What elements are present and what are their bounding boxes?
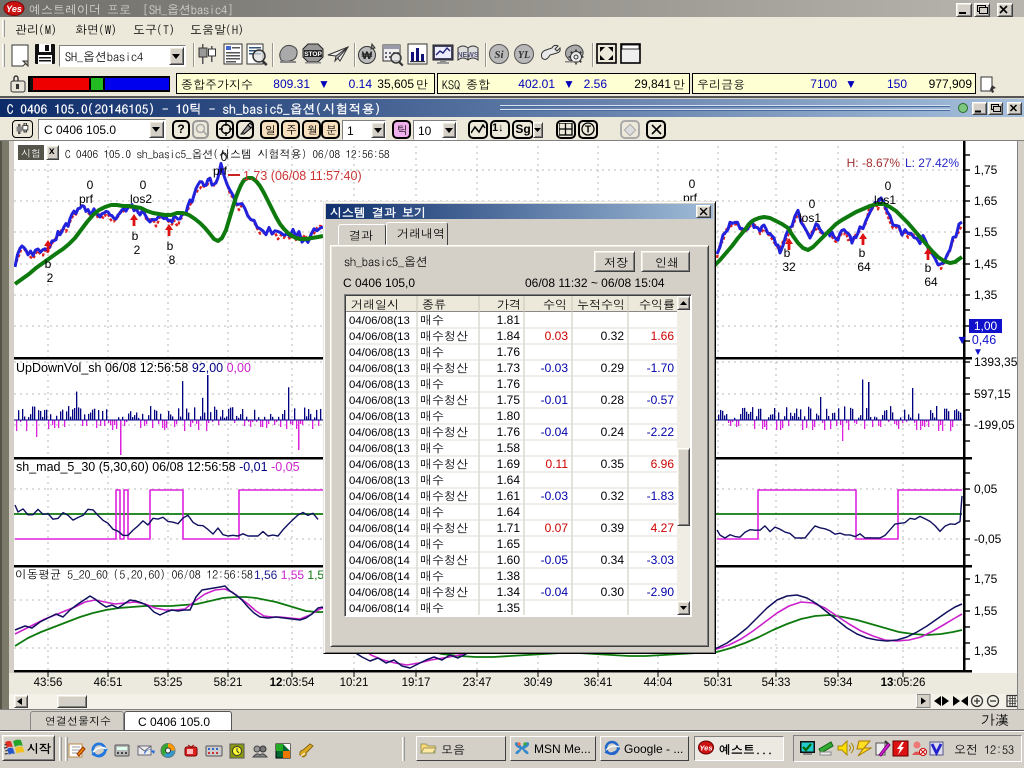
svg-text:1.34: 1.34 xyxy=(497,585,521,599)
svg-text:1.71: 1.71 xyxy=(497,521,521,535)
svg-text:1.64: 1.64 xyxy=(497,505,521,519)
svg-text:1.76: 1.76 xyxy=(497,425,521,439)
svg-text:1.69: 1.69 xyxy=(497,457,521,471)
svg-text:32: 32 xyxy=(782,260,796,274)
svg-text:04/06/08(13: 04/06/08(13 xyxy=(349,363,410,375)
svg-text:0: 0 xyxy=(689,177,696,191)
svg-text:0: 0 xyxy=(140,178,147,192)
svg-text:los1: los1 xyxy=(799,211,821,225)
svg-text:T: T xyxy=(585,125,591,136)
svg-text:b: b xyxy=(925,261,932,275)
svg-text:0.11: 0.11 xyxy=(546,457,569,471)
svg-text:YL: YL xyxy=(518,50,530,61)
svg-text:1.76: 1.76 xyxy=(497,377,521,391)
svg-text:04/06/08(13: 04/06/08(13 xyxy=(349,315,410,327)
svg-text:0.35: 0.35 xyxy=(601,457,625,471)
svg-text:0: 0 xyxy=(87,178,94,192)
svg-text:0.28: 0.28 xyxy=(601,393,625,407)
svg-text:b: b xyxy=(132,229,139,243)
svg-text:-0.57: -0.57 xyxy=(647,393,675,407)
svg-text:04/06/08(13: 04/06/08(13 xyxy=(349,475,410,487)
svg-text:Yes: Yes xyxy=(699,744,712,753)
svg-text:b: b xyxy=(167,239,174,253)
svg-text:STOP: STOP xyxy=(304,51,322,58)
svg-text:8: 8 xyxy=(169,253,176,267)
svg-text:0.32: 0.32 xyxy=(601,489,625,503)
svg-text:04/06/08(14: 04/06/08(14 xyxy=(349,571,410,583)
svg-text:0.03: 0.03 xyxy=(545,329,569,343)
svg-text:1.73 (06/08 11:57:40): 1.73 (06/08 11:57:40) xyxy=(243,169,362,183)
svg-text:0.30: 0.30 xyxy=(601,585,625,599)
svg-text:-1.70: -1.70 xyxy=(647,361,675,375)
svg-text:04/06/08(13: 04/06/08(13 xyxy=(349,379,410,391)
svg-text:Yes: Yes xyxy=(6,4,22,14)
svg-text:los1: los1 xyxy=(874,193,896,207)
svg-text:1.84: 1.84 xyxy=(497,329,521,343)
svg-text:NEWS: NEWS xyxy=(458,52,479,59)
svg-text:04/06/08(13: 04/06/08(13 xyxy=(349,411,410,423)
svg-text:-0.04: -0.04 xyxy=(541,425,569,439)
svg-text:04/06/08(13: 04/06/08(13 xyxy=(349,347,410,359)
svg-text:0: 0 xyxy=(809,197,816,211)
svg-text:04/06/08(14: 04/06/08(14 xyxy=(349,555,410,567)
svg-text:04/06/08(14: 04/06/08(14 xyxy=(349,523,410,535)
svg-text:1.38: 1.38 xyxy=(497,569,521,583)
svg-text:04/06/08(13: 04/06/08(13 xyxy=(349,427,410,439)
svg-text:04/06/08(13: 04/06/08(13 xyxy=(349,331,410,343)
svg-text:H: -8.67%: H: -8.67% xyxy=(847,156,901,170)
svg-text:L: 27.42%: L: 27.42% xyxy=(905,156,959,170)
svg-text:0.32: 0.32 xyxy=(601,329,625,343)
svg-text:1.65: 1.65 xyxy=(497,537,521,551)
svg-text:04/06/08(14: 04/06/08(14 xyxy=(349,587,410,599)
svg-text:-3.03: -3.03 xyxy=(647,553,675,567)
svg-text:04/06/08(14: 04/06/08(14 xyxy=(349,491,410,503)
svg-text:1.60: 1.60 xyxy=(497,553,521,567)
svg-text:prf: prf xyxy=(79,192,94,206)
svg-text:-0.01: -0.01 xyxy=(541,393,569,407)
svg-text:-0.03: -0.03 xyxy=(541,489,569,503)
svg-text:1.76: 1.76 xyxy=(497,345,521,359)
svg-text:-0.05: -0.05 xyxy=(541,553,569,567)
svg-text:04/06/08(13: 04/06/08(13 xyxy=(349,459,410,471)
svg-text:0.29: 0.29 xyxy=(601,361,625,375)
svg-text:Si: Si xyxy=(494,49,504,61)
svg-text:-1.83: -1.83 xyxy=(647,489,675,503)
svg-text:1.58: 1.58 xyxy=(497,441,521,455)
svg-text:1.61: 1.61 xyxy=(497,489,521,503)
svg-text:64: 64 xyxy=(924,275,938,289)
svg-text:b: b xyxy=(784,246,791,260)
svg-text:0: 0 xyxy=(885,179,892,193)
svg-text:0.34: 0.34 xyxy=(601,553,625,567)
svg-text:2: 2 xyxy=(47,271,54,285)
svg-text:los2: los2 xyxy=(130,192,152,206)
svg-text:-0.04: -0.04 xyxy=(541,585,569,599)
svg-text:0.07: 0.07 xyxy=(545,521,569,535)
svg-text:₩: ₩ xyxy=(362,50,373,62)
svg-text:1.75: 1.75 xyxy=(497,393,521,407)
svg-text:1.81: 1.81 xyxy=(497,313,521,327)
svg-text:6.96: 6.96 xyxy=(651,457,675,471)
svg-text:64: 64 xyxy=(857,260,871,274)
svg-text:0.39: 0.39 xyxy=(601,521,625,535)
svg-text:04/06/08(14: 04/06/08(14 xyxy=(349,539,410,551)
svg-text:04/06/08(14: 04/06/08(14 xyxy=(349,603,410,613)
svg-text:04/06/08(13: 04/06/08(13 xyxy=(349,395,410,407)
svg-text:b: b xyxy=(859,246,866,260)
svg-text:-2.90: -2.90 xyxy=(647,585,675,599)
svg-text:1.35: 1.35 xyxy=(497,601,521,613)
svg-text:-0.03: -0.03 xyxy=(541,361,569,375)
svg-text:2: 2 xyxy=(134,243,141,257)
svg-text:4.27: 4.27 xyxy=(651,521,675,535)
svg-text:04/06/08(14: 04/06/08(14 xyxy=(349,507,410,519)
svg-text:1.64: 1.64 xyxy=(497,473,521,487)
svg-text:0.24: 0.24 xyxy=(601,425,625,439)
svg-text:1.80: 1.80 xyxy=(497,409,521,423)
svg-text:-2.22: -2.22 xyxy=(647,425,675,439)
svg-text:04/06/08(13: 04/06/08(13 xyxy=(349,443,410,455)
svg-text:b: b xyxy=(45,257,52,271)
svg-text:1.66: 1.66 xyxy=(651,329,675,343)
svg-text:1.73: 1.73 xyxy=(497,361,521,375)
